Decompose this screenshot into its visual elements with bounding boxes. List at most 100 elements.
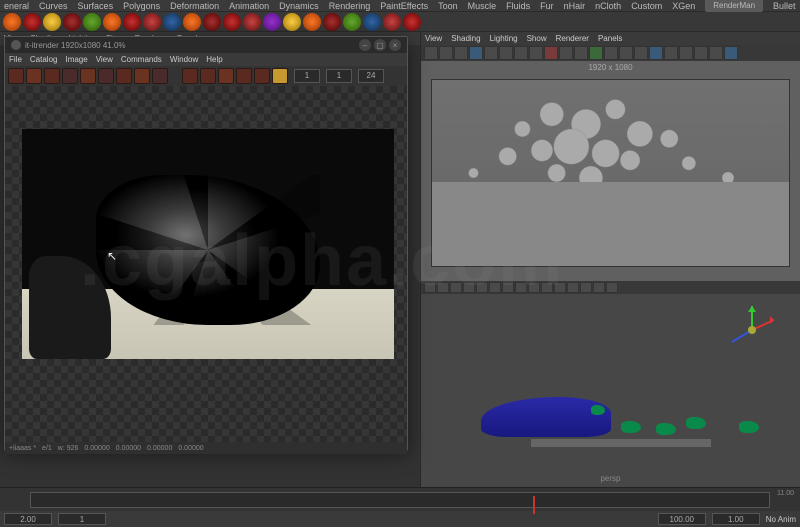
render-button[interactable] xyxy=(116,68,132,84)
tab[interactable]: Fur xyxy=(540,1,554,11)
timeline[interactable]: 11.00 xyxy=(0,487,800,511)
shelf-icon[interactable] xyxy=(203,13,221,31)
play-prev-button[interactable] xyxy=(200,68,216,84)
shelf-icon[interactable] xyxy=(223,13,241,31)
tab[interactable]: Muscle xyxy=(468,1,497,11)
range-end-field[interactable]: 1.00 xyxy=(712,513,760,525)
tab-renderman[interactable]: RenderMan xyxy=(705,0,763,12)
shelf-icon[interactable] xyxy=(403,13,421,31)
tool-button[interactable] xyxy=(469,46,483,60)
tab[interactable]: Toon xyxy=(438,1,458,11)
frame-field[interactable]: 24 xyxy=(358,69,384,83)
tool-button[interactable] xyxy=(502,282,514,293)
shelf-icon[interactable] xyxy=(103,13,121,31)
tool-button[interactable] xyxy=(606,282,618,293)
tool-button[interactable] xyxy=(709,46,723,60)
maximize-button[interactable]: ▢ xyxy=(374,39,386,51)
tool-button[interactable] xyxy=(528,282,540,293)
frame-field[interactable]: 1 xyxy=(326,69,352,83)
render-button[interactable] xyxy=(26,68,42,84)
tab[interactable]: Rendering xyxy=(329,1,371,11)
playhead-icon[interactable] xyxy=(533,496,535,514)
menu-item[interactable]: Shading xyxy=(451,34,480,43)
play-next-button[interactable] xyxy=(236,68,252,84)
tab[interactable]: nCloth xyxy=(595,1,621,11)
shelf-icon[interactable] xyxy=(303,13,321,31)
shelf-icon[interactable] xyxy=(263,13,281,31)
tab[interactable]: nHair xyxy=(564,1,586,11)
render-button[interactable] xyxy=(8,68,24,84)
shelf-icon[interactable] xyxy=(243,13,261,31)
render-viewport[interactable]: ↖ xyxy=(5,86,407,442)
tool-button[interactable] xyxy=(529,46,543,60)
tool-button[interactable] xyxy=(450,282,462,293)
tool-button[interactable] xyxy=(515,282,527,293)
range-current-field[interactable]: 1 xyxy=(58,513,106,525)
shelf-icon[interactable] xyxy=(163,13,181,31)
tool-button[interactable] xyxy=(664,46,678,60)
tab[interactable]: eneral xyxy=(4,1,29,11)
shelf-icon[interactable] xyxy=(343,13,361,31)
frame-field[interactable]: 1 xyxy=(294,69,320,83)
menu-item[interactable]: Image xyxy=(65,55,87,64)
tool-button[interactable] xyxy=(439,46,453,60)
tool-button[interactable] xyxy=(574,46,588,60)
tool-button[interactable] xyxy=(604,46,618,60)
render-button[interactable] xyxy=(62,68,78,84)
menu-item[interactable]: Catalog xyxy=(30,55,58,64)
menu-item[interactable]: Lighting xyxy=(490,34,518,43)
render-titlebar[interactable]: it-itrender 1920x1080 41.0% – ▢ × xyxy=(5,37,407,53)
tab[interactable]: Animation xyxy=(229,1,269,11)
tool-button[interactable] xyxy=(544,46,558,60)
menu-item[interactable]: Help xyxy=(206,55,222,64)
tool-button[interactable] xyxy=(489,282,501,293)
tab[interactable]: PaintEffects xyxy=(380,1,428,11)
shelf-icon[interactable] xyxy=(183,13,201,31)
minimize-button[interactable]: – xyxy=(359,39,371,51)
shelf-icon[interactable] xyxy=(143,13,161,31)
tab[interactable]: Deformation xyxy=(170,1,219,11)
render-button[interactable] xyxy=(134,68,150,84)
tool-button[interactable] xyxy=(476,282,488,293)
menu-item[interactable]: Panels xyxy=(598,34,622,43)
render-button[interactable] xyxy=(80,68,96,84)
range-mid-field[interactable]: 100.00 xyxy=(658,513,706,525)
shelf-icon[interactable] xyxy=(63,13,81,31)
viewport-camera[interactable]: 1920 x 1080 xyxy=(421,61,800,281)
tool-button[interactable] xyxy=(679,46,693,60)
tool-button[interactable] xyxy=(424,282,436,293)
play-first-button[interactable] xyxy=(182,68,198,84)
tab[interactable]: Bullet xyxy=(773,1,796,11)
tool-button[interactable] xyxy=(514,46,528,60)
tool-button[interactable] xyxy=(463,282,475,293)
tool-button[interactable] xyxy=(619,46,633,60)
tool-button[interactable] xyxy=(580,282,592,293)
tool-button[interactable] xyxy=(694,46,708,60)
shelf-icon[interactable] xyxy=(383,13,401,31)
loop-button[interactable] xyxy=(272,68,288,84)
menu-item[interactable]: Renderer xyxy=(556,34,589,43)
timeline-track[interactable] xyxy=(30,492,770,508)
anim-mode-label[interactable]: No Anim xyxy=(766,515,796,524)
menu-item[interactable]: View xyxy=(96,55,113,64)
shelf-icon[interactable] xyxy=(3,13,21,31)
menu-item[interactable]: Show xyxy=(527,34,547,43)
render-button[interactable] xyxy=(44,68,60,84)
shelf-icon[interactable] xyxy=(363,13,381,31)
menu-item[interactable]: Commands xyxy=(121,55,162,64)
tool-button[interactable] xyxy=(567,282,579,293)
tool-button[interactable] xyxy=(424,46,438,60)
tool-button[interactable] xyxy=(559,46,573,60)
tab[interactable]: Custom xyxy=(631,1,662,11)
tab[interactable]: Curves xyxy=(39,1,68,11)
menu-item[interactable]: Window xyxy=(170,55,198,64)
shelf-icon[interactable] xyxy=(283,13,301,31)
tool-button[interactable] xyxy=(484,46,498,60)
tool-button[interactable] xyxy=(541,282,553,293)
tool-button[interactable] xyxy=(724,46,738,60)
tool-button[interactable] xyxy=(499,46,513,60)
shelf-icon[interactable] xyxy=(43,13,61,31)
tab[interactable]: Fluids xyxy=(506,1,530,11)
play-last-button[interactable] xyxy=(254,68,270,84)
tool-button[interactable] xyxy=(649,46,663,60)
